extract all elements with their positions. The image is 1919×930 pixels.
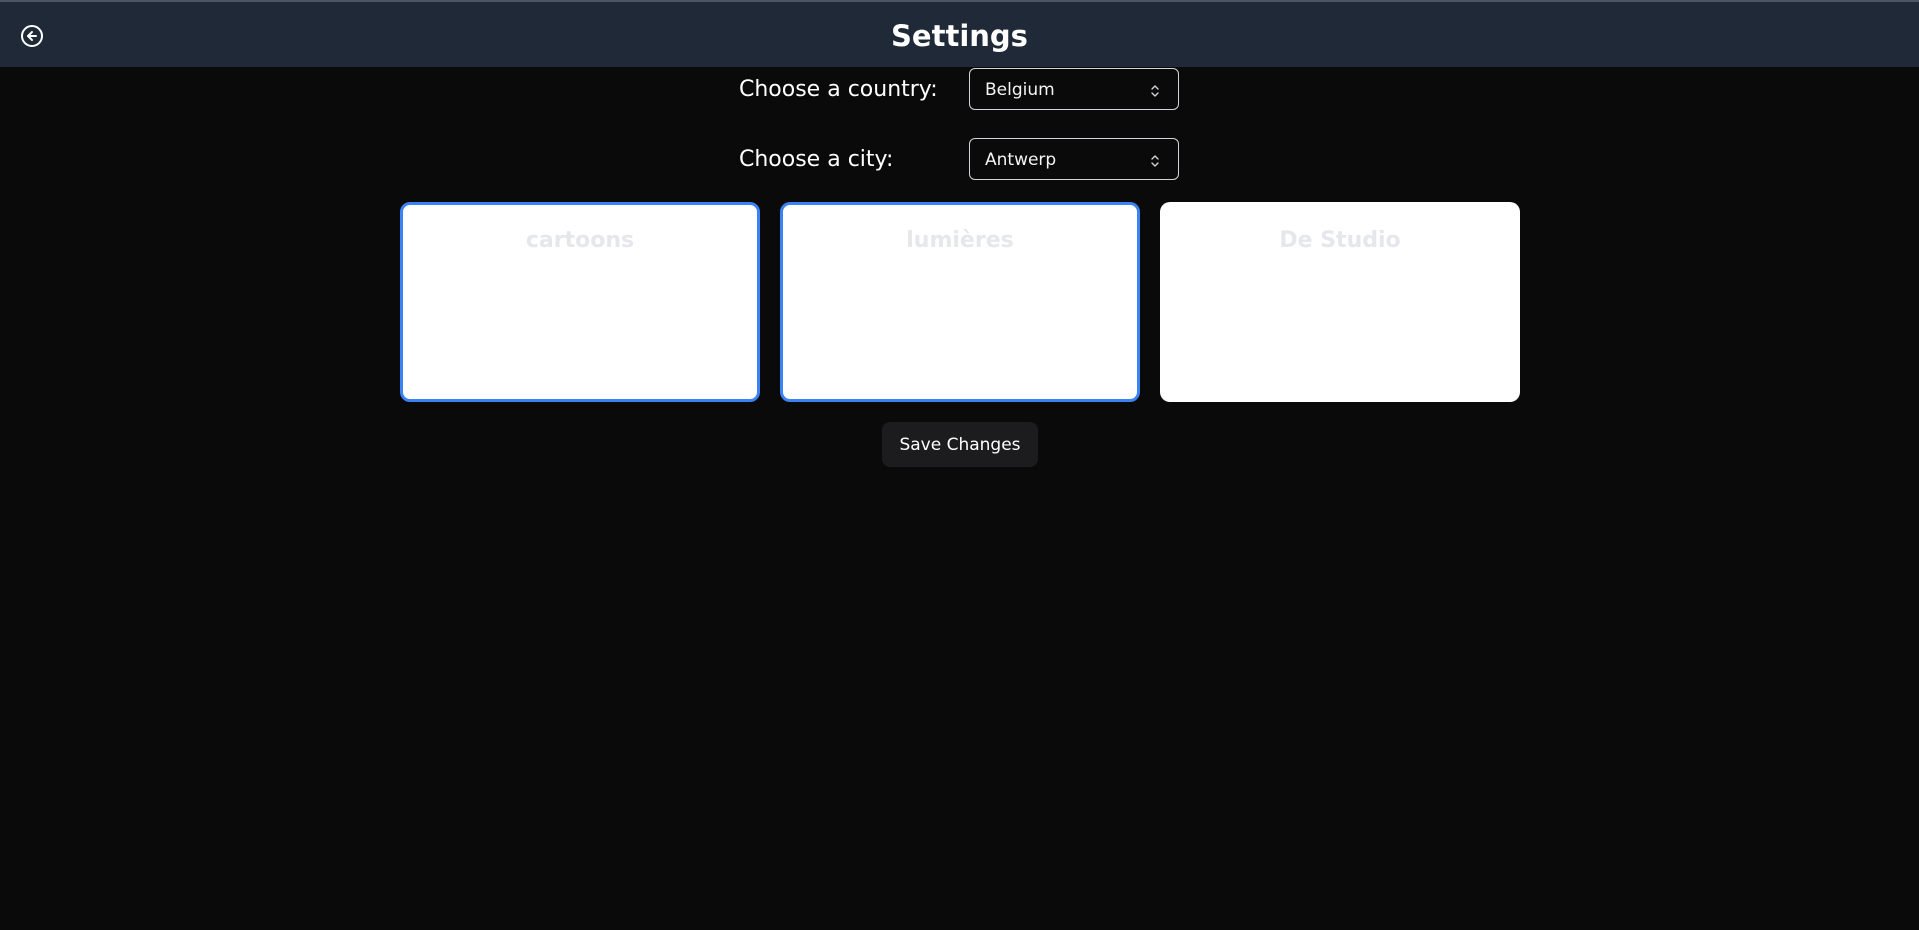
- cinema-card-de-studio[interactable]: De Studio: [1160, 202, 1520, 402]
- cinema-card-cartoons[interactable]: cartoons: [400, 202, 760, 402]
- app-header: Settings: [0, 2, 1919, 67]
- country-label: Choose a country:: [739, 77, 938, 102]
- cinema-card-title: cartoons: [525, 228, 635, 253]
- chevron-up-down-icon: [1150, 83, 1160, 97]
- cinema-card-title: De Studio: [1279, 228, 1401, 253]
- chevron-up-down-icon: [1150, 153, 1160, 167]
- country-select[interactable]: Belgium: [969, 68, 1179, 110]
- country-select-value: Belgium: [985, 80, 1055, 100]
- save-changes-button[interactable]: Save Changes: [882, 422, 1038, 467]
- cinema-card-title: lumières: [906, 228, 1014, 253]
- city-select[interactable]: Antwerp: [969, 138, 1179, 180]
- city-label: Choose a city:: [739, 147, 894, 172]
- cinema-card-lumieres[interactable]: lumières: [780, 202, 1140, 402]
- city-select-value: Antwerp: [985, 150, 1057, 170]
- page-title: Settings: [891, 19, 1028, 53]
